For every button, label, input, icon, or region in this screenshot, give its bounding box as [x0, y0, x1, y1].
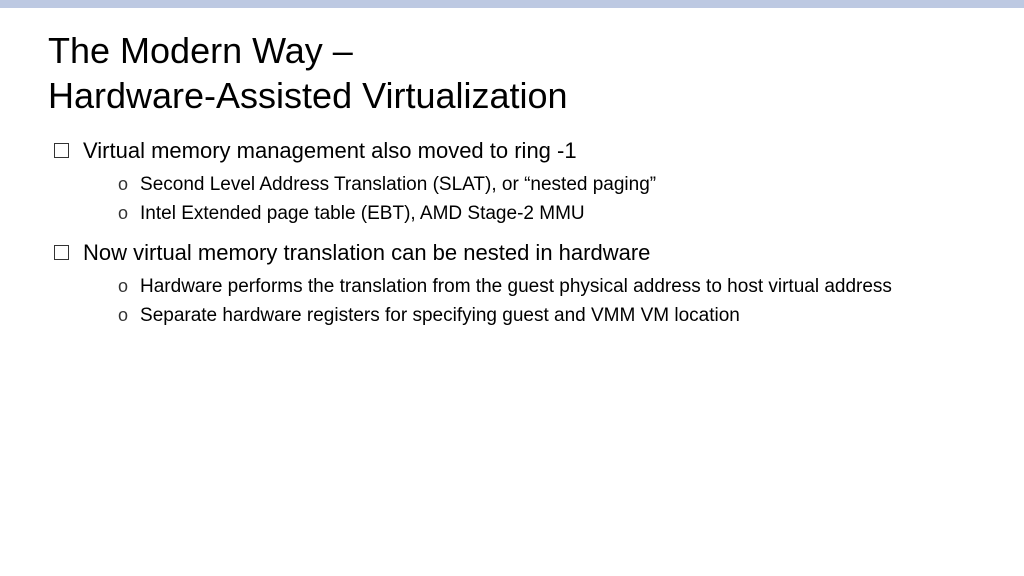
sub-text: Intel Extended page table (EBT), AMD Sta… [140, 201, 585, 227]
slide-title: The Modern Way – Hardware-Assisted Virtu… [48, 28, 976, 118]
title-line-2: Hardware-Assisted Virtualization [48, 75, 568, 116]
list-item: o Hardware performs the translation from… [118, 274, 976, 300]
slide-top-bar [0, 0, 1024, 8]
list-item: o Second Level Address Translation (SLAT… [118, 172, 976, 198]
list-item: o Intel Extended page table (EBT), AMD S… [118, 201, 976, 227]
circle-bullet-icon: o [118, 274, 128, 298]
square-bullet-icon [54, 238, 69, 268]
slide-content: The Modern Way – Hardware-Assisted Virtu… [0, 8, 1024, 329]
sub-list: o Second Level Address Translation (SLAT… [54, 172, 976, 226]
list-item: o Separate hardware registers for specif… [118, 303, 976, 329]
circle-bullet-icon: o [118, 201, 128, 225]
list-item: Now virtual memory translation can be ne… [54, 238, 976, 268]
square-bullet-icon [54, 136, 69, 166]
bullet-text: Virtual memory management also moved to … [83, 136, 577, 166]
title-line-1: The Modern Way – [48, 30, 353, 71]
circle-bullet-icon: o [118, 172, 128, 196]
sub-text: Separate hardware registers for specifyi… [140, 303, 740, 329]
sub-text: Second Level Address Translation (SLAT),… [140, 172, 656, 198]
sub-list: o Hardware performs the translation from… [54, 274, 976, 328]
sub-text: Hardware performs the translation from t… [140, 274, 892, 300]
circle-bullet-icon: o [118, 303, 128, 327]
bullet-list: Virtual memory management also moved to … [48, 136, 976, 329]
list-item: Virtual memory management also moved to … [54, 136, 976, 166]
bullet-text: Now virtual memory translation can be ne… [83, 238, 650, 268]
